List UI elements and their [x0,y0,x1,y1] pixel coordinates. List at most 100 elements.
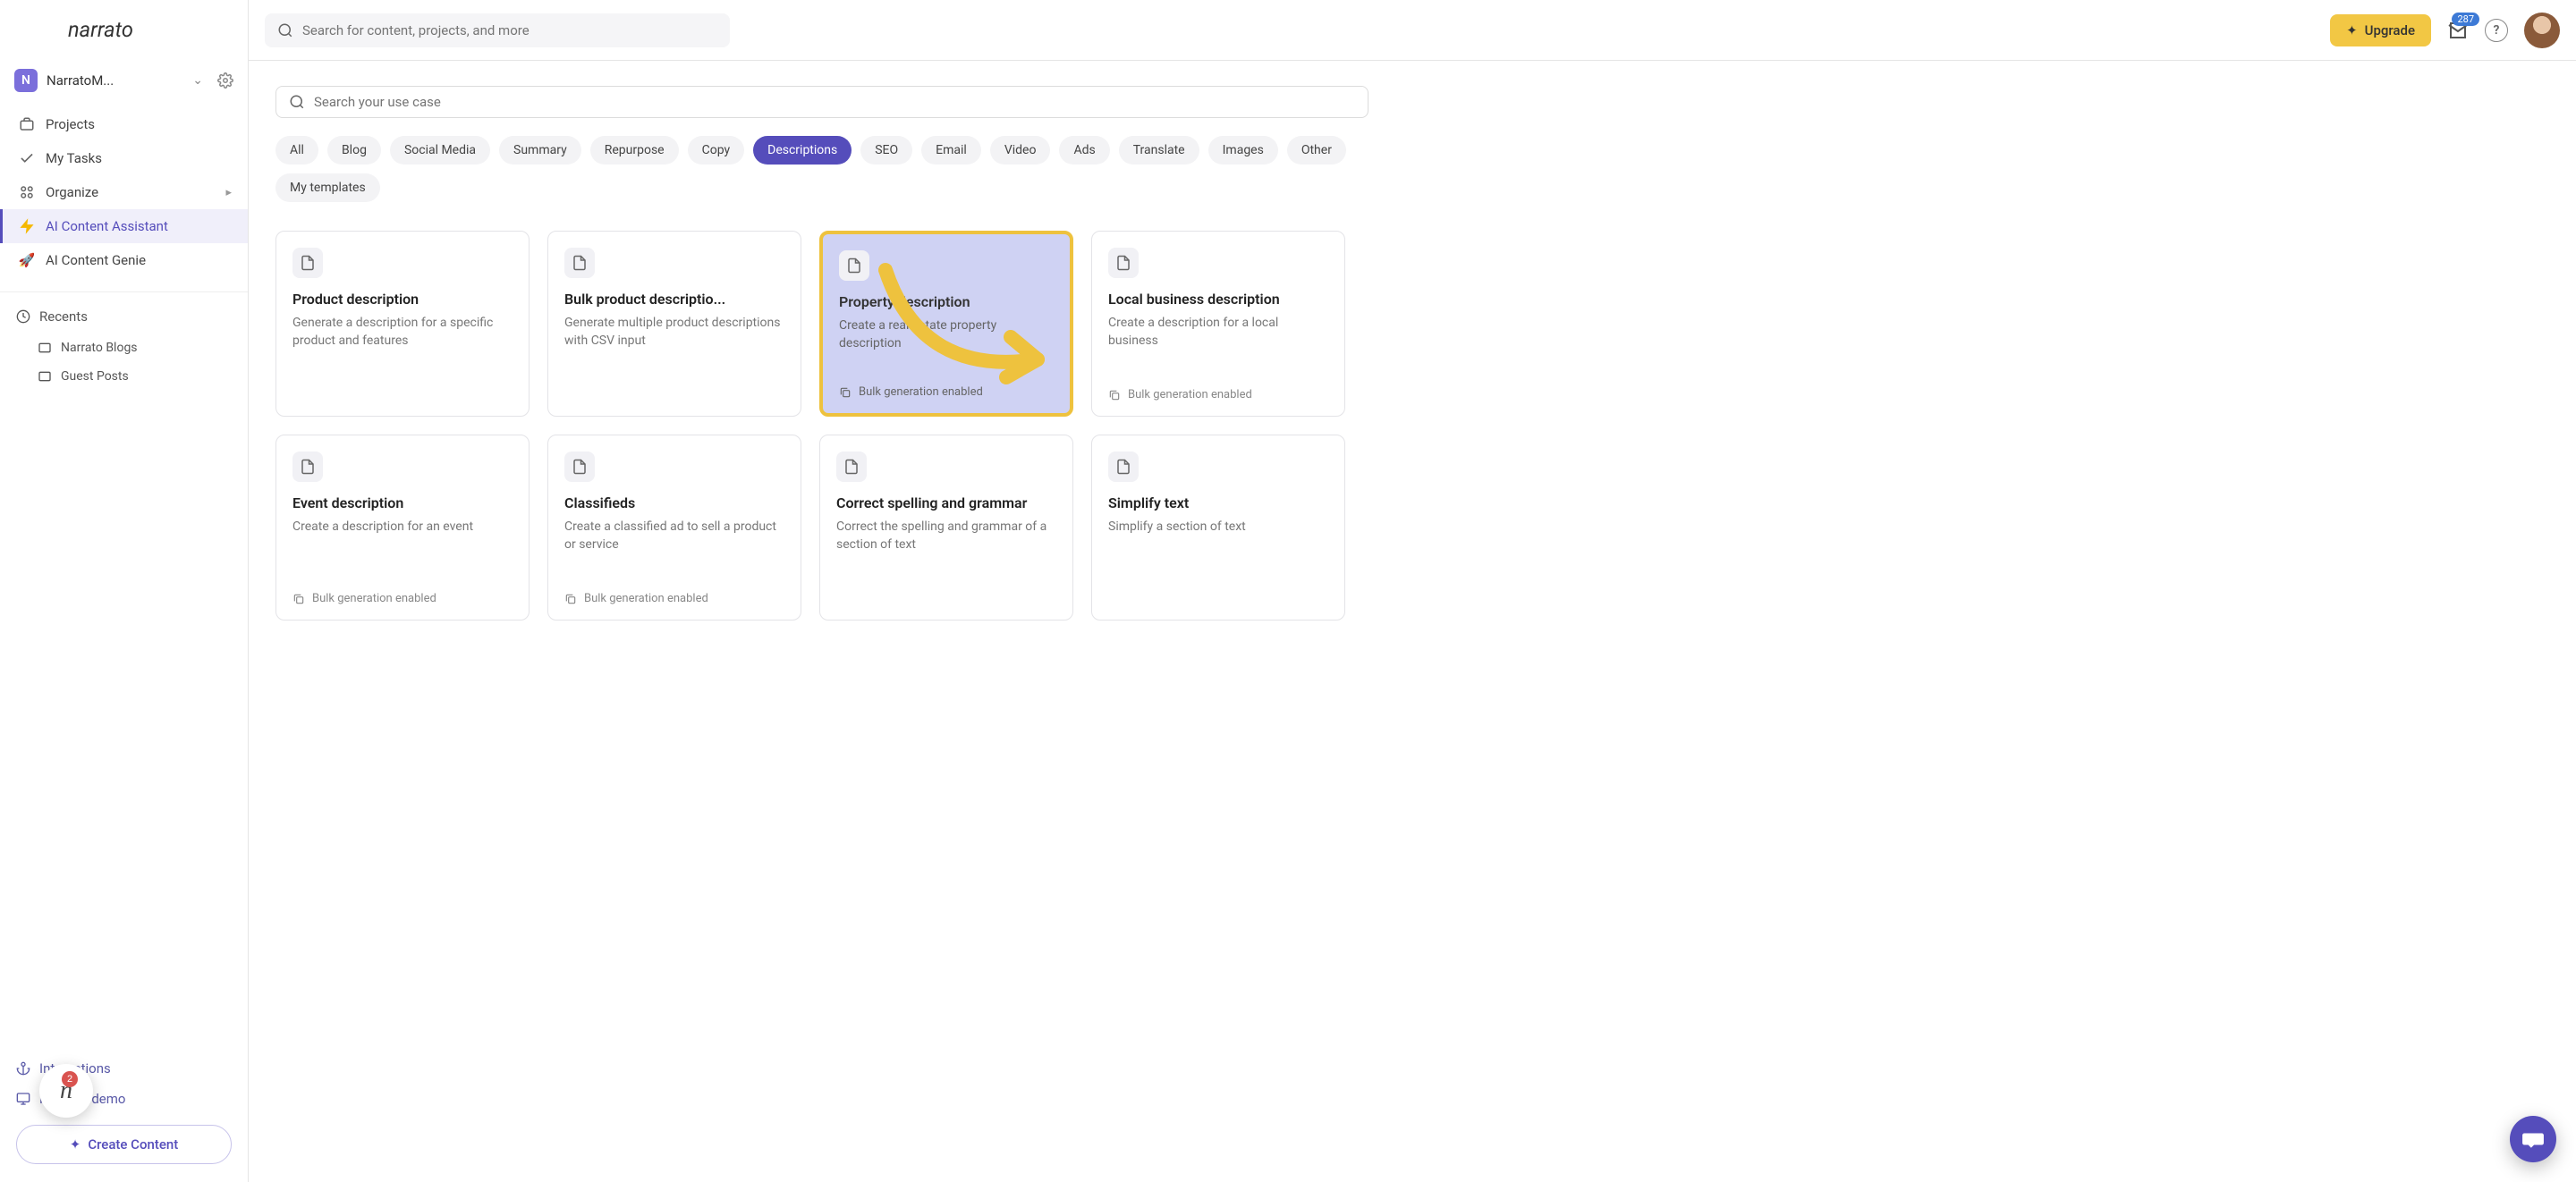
filter-chip-video[interactable]: Video [990,136,1051,165]
chat-widget-button[interactable] [2510,1116,2556,1162]
card-description: Generate multiple product descriptions w… [564,315,784,350]
document-icon [1108,452,1139,482]
global-search[interactable] [265,13,730,47]
filter-chip-copy[interactable]: Copy [688,136,745,165]
usecase-search-input[interactable] [314,94,1355,110]
folder-icon [38,341,52,355]
card-title: Product description [292,291,513,308]
search-icon [277,22,293,38]
card-description: Create a description for an event [292,519,513,536]
recent-item[interactable]: Guest Posts [0,362,248,391]
clock-icon [16,309,30,324]
sparkle-icon: ✦ [2346,22,2358,38]
help-button[interactable]: ? [2485,19,2508,42]
bulk-badge: Bulk generation enabled [292,592,513,605]
tasks-icon [19,150,35,166]
workspace-name: NarratoM... [47,72,183,89]
sidebar-item-projects[interactable]: Projects [0,107,248,141]
monitor-icon [16,1092,30,1106]
sidebar-item-organize[interactable]: Organize [0,175,248,209]
sidebar-item-label: AI Content Assistant [46,218,168,234]
card-title: Correct spelling and grammar [836,494,1056,511]
filter-chip-summary[interactable]: Summary [499,136,581,165]
upgrade-button[interactable]: ✦ Upgrade [2330,14,2431,46]
recents-label: Recents [39,308,88,325]
lightning-icon [19,218,35,234]
card-description: Create a description for a local busines… [1108,315,1328,350]
floating-count: 2 [62,1071,78,1087]
filter-chip-my-templates[interactable]: My templates [275,173,380,202]
filter-chip-descriptions[interactable]: Descriptions [753,136,852,165]
card-title: Event description [292,494,513,511]
anchor-icon [16,1061,30,1076]
card-description: Create a classified ad to sell a product… [564,519,784,553]
filter-chip-social-media[interactable]: Social Media [390,136,490,165]
organize-icon [19,184,35,200]
recents-header: Recents [0,300,248,333]
filter-chip-images[interactable]: Images [1208,136,1278,165]
card-description: Create a real estate property descriptio… [839,317,1054,352]
template-card[interactable]: Correct spelling and grammarCorrect the … [819,435,1073,621]
template-card[interactable]: Property descriptionCreate a real estate… [819,231,1073,417]
global-search-input[interactable] [302,22,717,38]
create-content-label: Create Content [88,1136,178,1152]
card-description: Generate a description for a specific pr… [292,315,513,350]
folder-icon [38,369,52,384]
template-card[interactable]: Simplify textSimplify a section of text [1091,435,1345,621]
logo[interactable]: narrato [0,0,248,61]
search-icon [289,94,305,110]
usecase-search[interactable] [275,86,1368,118]
bulk-badge: Bulk generation enabled [1108,388,1328,401]
document-icon [836,452,867,482]
svg-text:narrato: narrato [68,16,133,41]
notifications-button[interactable]: 287 [2447,20,2469,41]
filter-chip-seo[interactable]: SEO [860,136,912,165]
sidebar-item-ai-assistant[interactable]: AI Content Assistant [0,209,248,243]
request-demo-link[interactable]: Request demo [0,1084,248,1114]
sidebar: narrato N NarratoM... ⌄ Projects My Task… [0,0,249,1182]
document-icon [839,250,869,281]
filter-chips: All Blog Social Media Summary Repurpose Copy D… [275,136,1368,202]
sidebar-item-ai-genie[interactable]: 🚀 AI Content Genie [0,243,248,277]
gear-icon[interactable] [217,72,233,89]
sidebar-item-label: Projects [46,116,95,132]
card-title: Classifieds [564,494,784,511]
document-icon [564,452,595,482]
sidebar-item-label: AI Content Genie [46,252,146,268]
filter-chip-blog[interactable]: Blog [327,136,381,165]
topbar: ✦ Upgrade 287 ? [249,0,2576,61]
filter-chip-all[interactable]: All [275,136,318,165]
recent-item-label: Narrato Blogs [61,341,138,355]
card-title: Simplify text [1108,494,1328,511]
filter-chip-email[interactable]: Email [921,136,981,165]
workspace-badge: N [14,69,38,92]
recent-item[interactable]: Narrato Blogs [0,333,248,362]
template-card[interactable]: Bulk product descriptio... Generate multi… [547,231,801,417]
document-icon [564,248,595,278]
document-icon [292,452,323,482]
document-icon [1108,248,1139,278]
card-title: Local business description [1108,291,1328,308]
sidebar-item-label: My Tasks [46,150,102,166]
workspace-selector[interactable]: N NarratoM... ⌄ [0,61,248,100]
filter-chip-ads[interactable]: Ads [1059,136,1109,165]
card-title: Bulk product descriptio... [564,291,784,308]
chevron-down-icon[interactable]: ⌄ [192,73,203,88]
template-cards: Product description Generate a descriptio… [275,231,2549,621]
avatar[interactable] [2524,13,2560,48]
filter-chip-repurpose[interactable]: Repurpose [590,136,679,165]
create-content-button[interactable]: ✦ Create Content [16,1125,232,1164]
filter-chip-translate[interactable]: Translate [1119,136,1199,165]
rocket-icon: 🚀 [19,252,35,268]
bulk-badge: Bulk generation enabled [839,385,1054,399]
assistant-floating-button[interactable]: n2 [39,1064,93,1118]
template-card[interactable]: Classifieds Create a classified ad to sel… [547,435,801,621]
projects-icon [19,116,35,132]
template-card[interactable]: Event description Create a description fo… [275,435,530,621]
template-card[interactable]: Product description Generate a descriptio… [275,231,530,417]
integrations-link[interactable]: Integrations [0,1053,248,1084]
template-card[interactable]: Local business description Create a descr… [1091,231,1345,417]
sidebar-item-my-tasks[interactable]: My Tasks [0,141,248,175]
filter-chip-other[interactable]: Other [1287,136,1346,165]
sidebar-item-label: Organize [46,184,98,200]
